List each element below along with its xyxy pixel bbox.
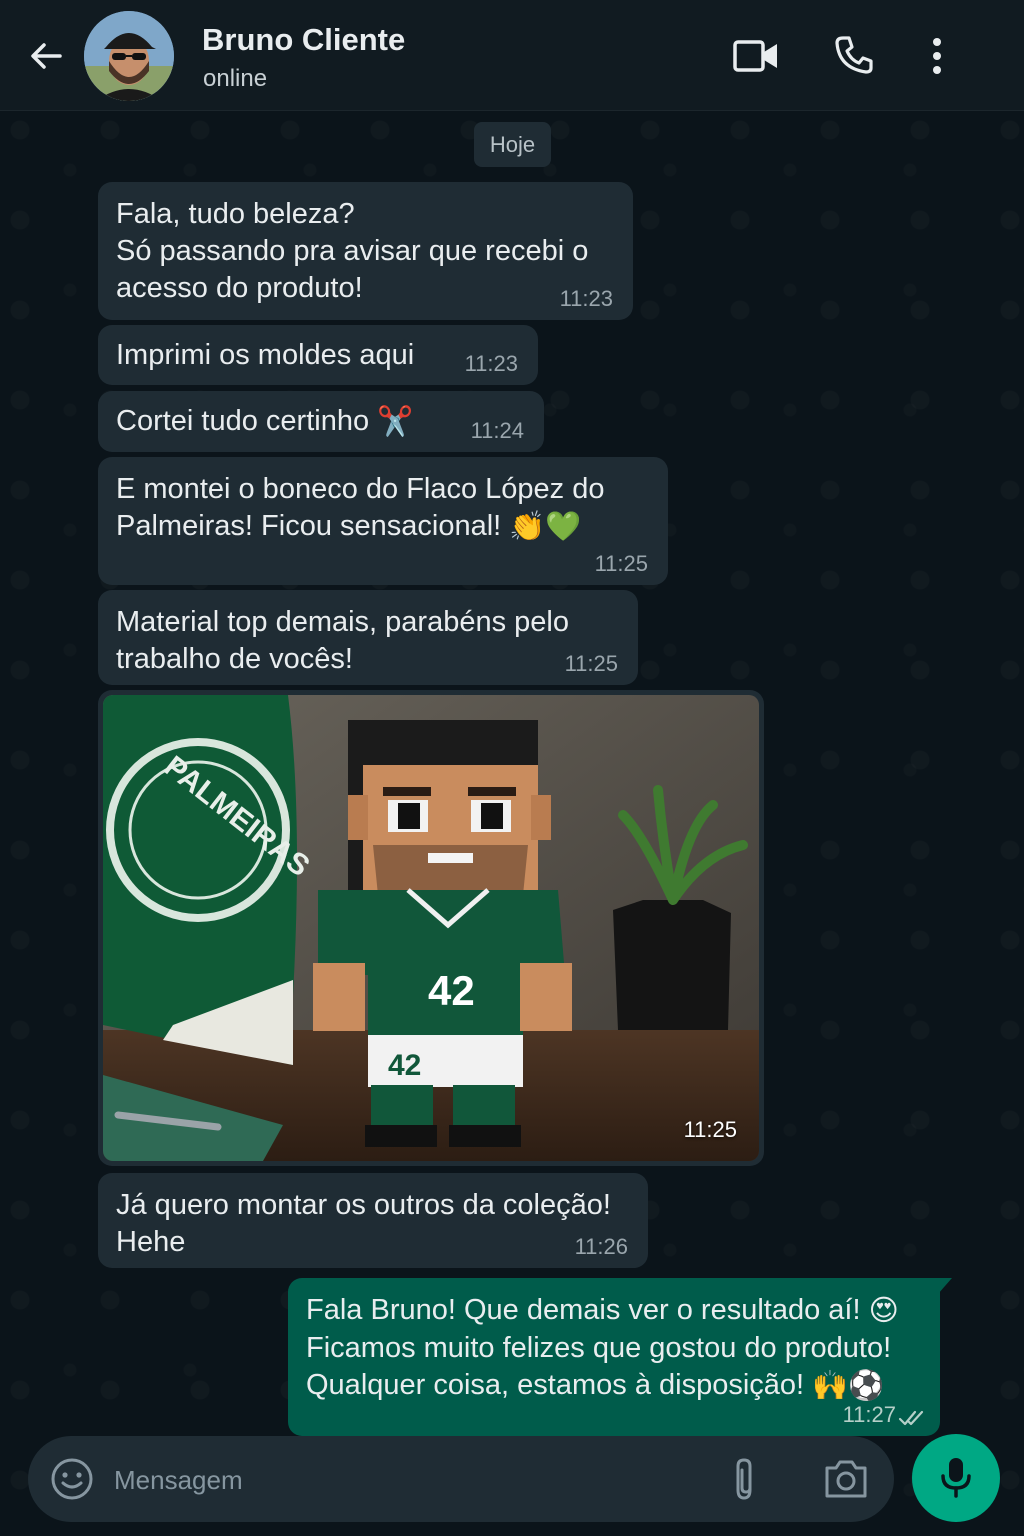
heart-eyes-emoji: 😍: [868, 1294, 899, 1327]
contact-status: online: [203, 65, 268, 92]
message-time: 11:27: [842, 1402, 896, 1427]
figure-photo[interactable]: PALMEIRAS 42 42 11:25: [103, 695, 759, 1161]
message-time: 11:23: [464, 351, 518, 376]
message-text: Material top demais, parabéns pelo traba…: [116, 606, 569, 675]
outgoing-message[interactable]: Fala Bruno! Que demais ver o resultado a…: [288, 1278, 940, 1436]
message-text: Cortei tudo certinho: [116, 405, 370, 437]
mic-button[interactable]: [912, 1434, 1000, 1522]
emoji-icon[interactable]: [50, 1457, 94, 1501]
more-vert-icon[interactable]: [928, 36, 946, 76]
message-input[interactable]: [112, 1456, 696, 1504]
shorts-number: 42: [388, 1049, 421, 1082]
video-call-icon[interactable]: [733, 38, 779, 74]
camera-icon[interactable]: [823, 1458, 869, 1500]
contact-name[interactable]: Bruno Cliente: [202, 22, 405, 58]
message-text: Já quero montar os outros da coleção! He…: [116, 1189, 611, 1258]
mic-icon: [941, 1458, 971, 1498]
incoming-message[interactable]: Imprimi os moldes aqui 11:23: [98, 325, 538, 385]
hands-ball-emoji: 🙌⚽: [812, 1369, 885, 1402]
incoming-message[interactable]: Material top demais, parabéns pelo traba…: [98, 590, 638, 685]
message-time: 11:25: [683, 1117, 737, 1142]
incoming-message[interactable]: E montei o boneco do Flaco López do Palm…: [98, 457, 668, 585]
bubble-tail: [938, 1278, 952, 1294]
incoming-message[interactable]: Cortei tudo certinho ✂️ 11:24: [98, 391, 544, 452]
scissors-emoji: ✂️: [377, 405, 414, 438]
chat-header: Bruno Cliente online: [0, 0, 1024, 111]
avatar[interactable]: [84, 11, 174, 101]
phone-icon[interactable]: [834, 35, 874, 75]
clap-heart-emoji: 👏💚: [509, 510, 582, 543]
message-time: 11:24: [470, 418, 524, 443]
reply-line-3: Qualquer coisa, estamos à disposição!: [306, 1368, 805, 1401]
message-time: 11:25: [564, 651, 618, 676]
message-time: 11:25: [594, 551, 648, 576]
reply-line-1: Fala Bruno! Que demais ver o resultado a…: [306, 1294, 861, 1326]
incoming-message[interactable]: Fala, tudo beleza? Só passando pra avisa…: [98, 182, 633, 320]
shirt-number: 42: [428, 967, 475, 1014]
back-arrow-icon[interactable]: [26, 36, 66, 76]
message-composer: [28, 1436, 894, 1522]
read-ticks-icon: [898, 1410, 924, 1426]
message-time: 11:26: [574, 1234, 628, 1259]
message-time: 11:23: [559, 286, 613, 311]
incoming-message[interactable]: Já quero montar os outros da coleção! He…: [98, 1173, 648, 1268]
message-text: Imprimi os moldes aqui: [116, 339, 415, 371]
message-text: Fala, tudo beleza? Só passando pra avisa…: [116, 198, 589, 304]
reply-line-2: Ficamos muito felizes que gostou do prod…: [306, 1331, 892, 1364]
image-message[interactable]: PALMEIRAS 42 42 11:25: [98, 690, 764, 1166]
attach-icon[interactable]: [728, 1456, 762, 1502]
date-chip: Hoje: [474, 122, 551, 167]
